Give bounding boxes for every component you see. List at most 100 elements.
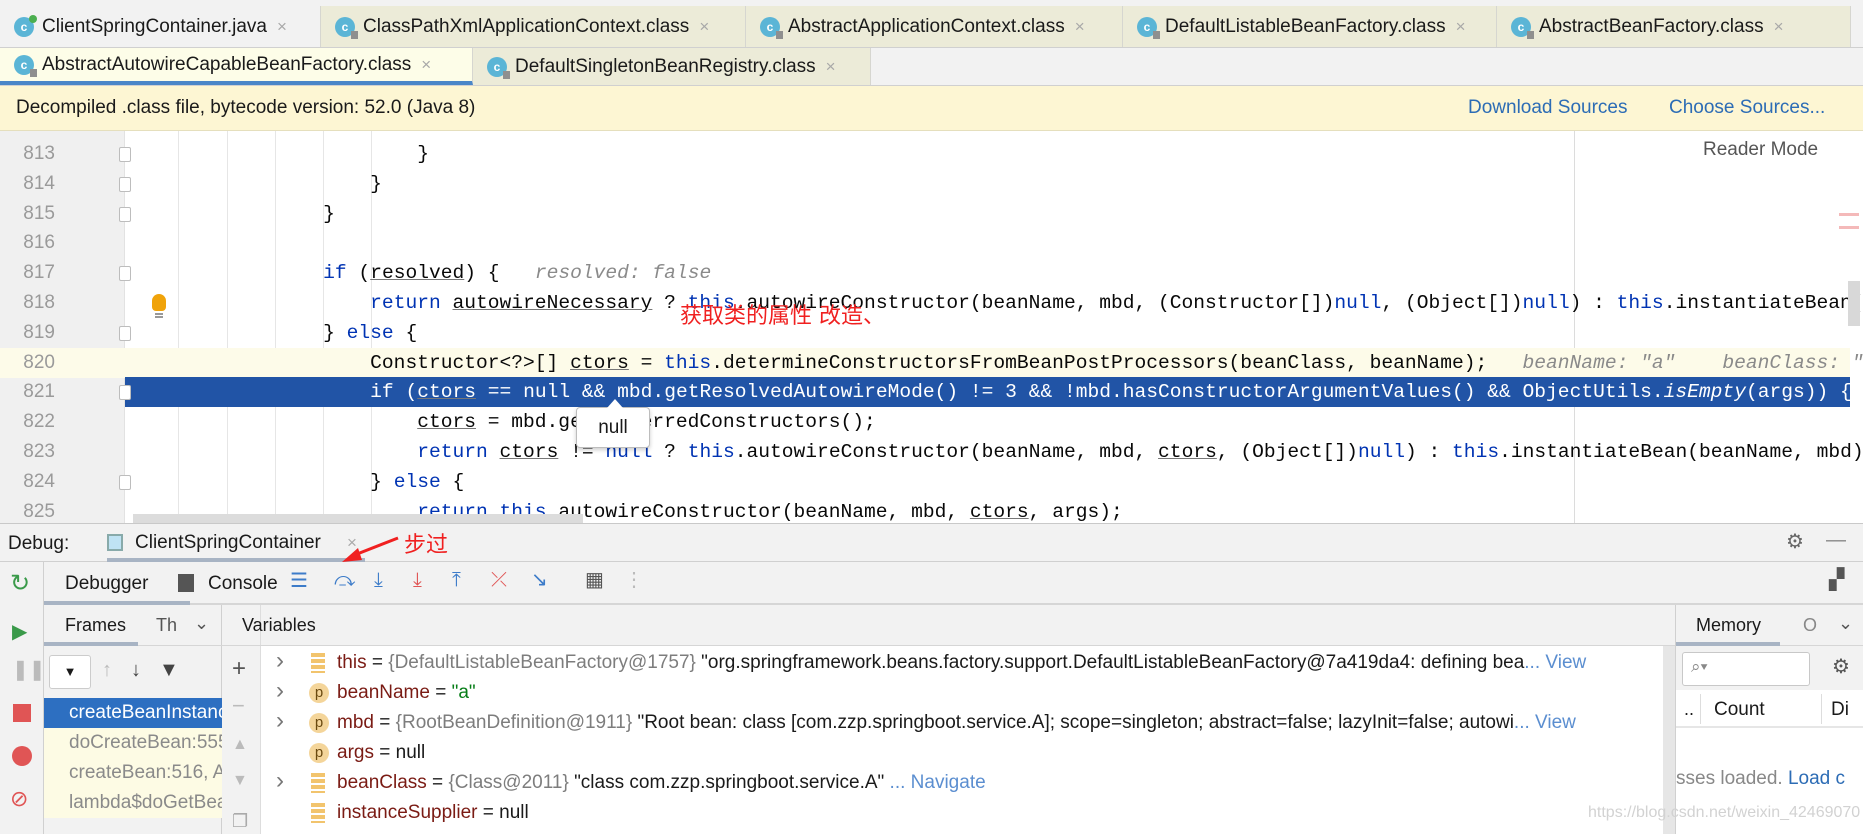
load-classes-link[interactable]: Load c [1788, 768, 1845, 789]
code-line[interactable]: 823 return ctors != null ? this.autowire… [0, 437, 1863, 467]
fold-marker-icon[interactable] [119, 325, 131, 341]
debug-session-tab[interactable]: ClientSpringContainer × [107, 524, 365, 562]
tabs-overflow-chevron-icon[interactable]: ⌄ [194, 613, 209, 634]
code-line[interactable]: 813 } [0, 139, 1850, 169]
editor-scrollbar[interactable] [1848, 281, 1860, 326]
tab-debugger[interactable]: Debugger [44, 562, 190, 605]
editor-tab[interactable]: c AbstractApplicationContext.class × [746, 6, 1123, 47]
editor-tab[interactable]: c AbstractBeanFactory.class × [1497, 6, 1851, 47]
code-line[interactable]: 821 if (ctors == null && mbd.getResolved… [0, 377, 1852, 408]
code-token: beanName: "a" beanClass: "class com.zzp.… [1522, 351, 1863, 374]
expand-chevron-icon[interactable]: › [276, 646, 284, 676]
stop-icon[interactable] [13, 704, 31, 722]
settings-gear-icon[interactable]: ⚙ [1786, 532, 1804, 552]
fold-marker-icon[interactable] [119, 385, 131, 401]
minimize-icon[interactable]: — [1826, 530, 1846, 550]
tab-overhead[interactable]: O [1803, 615, 1817, 636]
frame-item[interactable]: doCreateBean:555, AbstractAutowireCapabl… [44, 728, 222, 758]
code-line[interactable]: 818 return autowireNecessary ? this.auto… [0, 288, 1863, 318]
close-tab-icon[interactable]: × [826, 57, 836, 77]
editor-tab[interactable]: c ClientSpringContainer.java × [0, 6, 321, 47]
new-watch-icon[interactable]: + [232, 657, 246, 681]
remove-watch-icon[interactable]: − [232, 695, 245, 717]
code-line[interactable]: 815 } [0, 199, 1850, 229]
code-line[interactable]: 822 ctors = mbd.getPreferredConstructors… [0, 407, 1850, 437]
code-line[interactable]: 816 [0, 228, 1850, 258]
variable-view-link[interactable]: ... View [1524, 652, 1586, 673]
horizontal-scrollbar[interactable] [133, 514, 583, 523]
variable-row[interactable]: › p mbd = {RootBeanDefinition@1911} "Root … [261, 706, 1661, 738]
duplicate-watch-icon[interactable]: ❐ [232, 812, 248, 830]
tab-threads[interactable]: Th [156, 615, 177, 636]
mute-breakpoints-icon[interactable]: ⊘ [10, 788, 28, 810]
fold-marker-icon[interactable] [119, 266, 131, 282]
close-tab-icon[interactable]: × [1456, 17, 1466, 37]
code-editor[interactable]: 813 } 814 } 815 } 816 817 if (resolved) { re… [0, 131, 1863, 523]
code-line[interactable]: 820 Constructor<?>[] ctors = this.determ… [0, 347, 1863, 378]
variable-view-link[interactable]: ... Navigate [884, 772, 986, 793]
code-line[interactable]: 814 } [0, 169, 1850, 199]
thread-select[interactable]: ▼ [49, 655, 91, 689]
code-line[interactable]: 819 } else { [0, 318, 1850, 348]
rerun-icon[interactable]: ↻ [10, 572, 30, 596]
code-line[interactable]: 824 } else { [0, 467, 1850, 497]
variables-tree[interactable]: › this = {DefaultListableBeanFactory@1757… [261, 646, 1675, 834]
filter-icon[interactable]: ▼ [159, 660, 179, 680]
editor-tab[interactable]: c DefaultSingletonBeanRegistry.class × [473, 48, 871, 85]
show-execution-point-icon[interactable]: ☰ [290, 571, 308, 591]
editor-tab[interactable]: c ClassPathXmlApplicationContext.class × [321, 6, 746, 47]
error-stripe-marker[interactable] [1839, 213, 1859, 229]
variable-row[interactable]: › beanClass = {Class@2011} "class com.zzp… [261, 766, 1661, 798]
tab-memory[interactable]: Memory [1676, 605, 1780, 646]
close-tab-icon[interactable]: × [421, 55, 431, 75]
tab-frames[interactable]: Frames [44, 605, 138, 646]
next-frame-icon[interactable]: ↓ [131, 660, 141, 680]
close-tab-icon[interactable]: × [1774, 17, 1784, 37]
fold-marker-icon[interactable] [119, 474, 131, 490]
variable-row[interactable]: › this = {DefaultListableBeanFactory@1757… [261, 646, 1661, 678]
variable-row[interactable]: p args = null [261, 738, 1661, 768]
step-out-icon[interactable]: ⤒ [452, 570, 461, 590]
memory-tabs-chevron-icon[interactable]: ⌄ [1838, 613, 1853, 634]
editor-tab[interactable]: c AbstractAutowireCapableBeanFactory.clas… [0, 48, 473, 85]
choose-sources-link[interactable]: Choose Sources... [1669, 97, 1825, 119]
fold-marker-icon[interactable] [119, 206, 131, 222]
frame-item[interactable]: lambda$doGetBean$0:324, AbstractBeanFact… [44, 788, 222, 818]
variable-row[interactable]: instanceSupplier = null [261, 798, 1661, 828]
variable-row[interactable]: › p beanName = "a" [261, 676, 1661, 708]
diff-column-header[interactable]: Di [1831, 699, 1849, 721]
variable-view-link[interactable]: ... View [1514, 712, 1576, 733]
expand-chevron-icon[interactable]: › [276, 766, 284, 796]
close-tab-icon[interactable]: × [1075, 17, 1085, 37]
intention-bulb-icon[interactable] [152, 294, 166, 322]
fold-marker-icon[interactable] [119, 147, 131, 162]
memory-settings-gear-icon[interactable]: ⚙ [1832, 657, 1850, 677]
pause-icon[interactable]: ❚❚ [12, 660, 46, 680]
evaluate-expression-icon[interactable]: ▦ [585, 570, 604, 590]
reader-mode-button[interactable]: Reader Mode [1703, 139, 1818, 161]
run-to-cursor-icon[interactable]: ↘ [531, 570, 548, 590]
frame-item[interactable]: createBean:516, AbstractAutowireCapableB… [44, 758, 222, 788]
drop-frame-icon[interactable]: ⤫ [491, 570, 507, 590]
close-tab-icon[interactable]: × [277, 17, 287, 37]
resume-icon[interactable]: ▶ [12, 622, 27, 642]
expand-chevron-icon[interactable]: › [276, 676, 284, 706]
memory-search-input[interactable]: ⌕▾ [1682, 652, 1810, 686]
move-down-icon[interactable]: ▼ [232, 773, 248, 789]
count-column-header[interactable]: Count [1714, 699, 1765, 721]
step-into-icon[interactable]: ⤓ [374, 570, 383, 590]
frame-item[interactable]: createBeanInstance:1160, AbstractAutowir… [44, 698, 222, 728]
download-sources-link[interactable]: Download Sources [1468, 97, 1627, 119]
view-breakpoints-icon[interactable] [12, 746, 32, 766]
expand-chevron-icon[interactable]: › [276, 706, 284, 736]
step-over-icon[interactable]: ⤼ [334, 570, 355, 590]
previous-frame-icon[interactable]: ↑ [102, 660, 112, 680]
close-tab-icon[interactable]: × [699, 17, 709, 37]
layout-settings-icon[interactable]: ▞ [1829, 570, 1844, 590]
trace-stream-icon[interactable]: ⋮ [624, 570, 644, 590]
move-up-icon[interactable]: ▲ [232, 737, 248, 753]
editor-tab[interactable]: c DefaultListableBeanFactory.class × [1123, 6, 1497, 47]
fold-marker-icon[interactable] [119, 176, 131, 192]
code-line[interactable]: 817 if (resolved) { resolved: false [0, 258, 1850, 288]
force-step-into-icon[interactable]: ⤓ [413, 570, 422, 590]
